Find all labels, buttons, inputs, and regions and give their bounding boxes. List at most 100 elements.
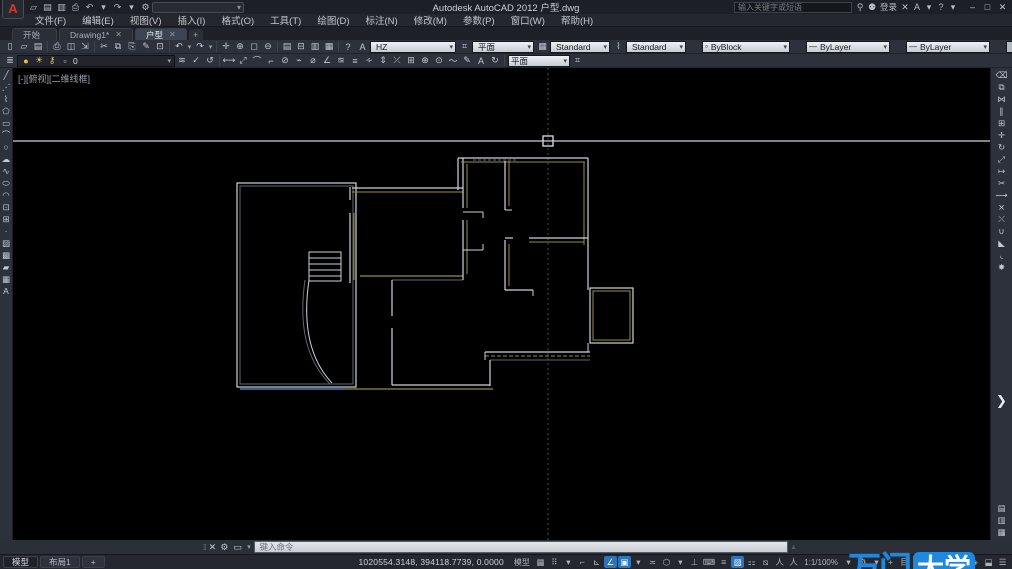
linetype-combo[interactable]: — ByLayer ▾ — [792, 41, 890, 53]
menu-item[interactable]: 修改(M) — [407, 13, 454, 27]
redo-menu-icon[interactable]: ▾ — [207, 40, 214, 53]
3d-osnap-toggle[interactable]: ⬡ — [660, 556, 673, 568]
tab-close-icon[interactable]: ✕ — [169, 30, 176, 39]
dim-diameter-icon[interactable]: ⌀ — [306, 54, 320, 67]
properties-panel-icon[interactable]: ▥ — [995, 514, 1008, 526]
dim-ordinate-icon[interactable]: ⌐ — [264, 54, 278, 67]
help-icon[interactable]: ? — [341, 40, 355, 53]
plot-icon[interactable]: ⎙ — [50, 40, 64, 53]
block-editor-icon[interactable]: ⊡ — [153, 40, 167, 53]
style-icon[interactable]: ⌗ — [458, 41, 471, 52]
fillet-icon[interactable]: ◟ — [995, 249, 1008, 261]
hatch-icon[interactable]: ▨ — [0, 237, 13, 249]
mtext-icon[interactable]: A — [0, 285, 13, 297]
dim-style-manager-icon[interactable]: ⌗ — [571, 55, 584, 66]
help-search-input[interactable] — [734, 2, 852, 13]
revision-cloud-icon[interactable]: ☁ — [0, 153, 13, 165]
ellipse-icon[interactable]: ⬭ — [0, 177, 13, 189]
selection-cycling-toggle[interactable]: ⧅ — [759, 556, 772, 568]
command-history-icon[interactable]: ▭ — [231, 541, 243, 554]
rotate-icon[interactable]: ↻ — [995, 141, 1008, 153]
arc-icon[interactable]: ⌒ — [0, 129, 13, 141]
minimize-button[interactable]: – — [965, 1, 980, 13]
explode-icon[interactable]: ✸ — [995, 261, 1008, 273]
workspace-combo[interactable]: ▾ — [152, 2, 244, 13]
inspection-icon[interactable]: ⊙ — [432, 54, 446, 67]
dim-angular-icon[interactable]: ∠ — [320, 54, 334, 67]
copy-icon[interactable]: ⧉ — [995, 81, 1008, 93]
dim-linear-icon[interactable]: ⟷ — [222, 54, 236, 67]
gradient-icon[interactable]: ▩ — [0, 249, 13, 261]
menu-item[interactable]: 参数(P) — [456, 13, 502, 27]
spline-icon[interactable]: ∿ — [0, 165, 13, 177]
dim-radius-icon[interactable]: ⊘ — [278, 54, 292, 67]
menu-item[interactable]: 工具(T) — [263, 13, 308, 27]
scale-icon[interactable]: ⤢ — [995, 153, 1008, 165]
lineweight-toggle[interactable]: ≡ — [717, 556, 730, 568]
make-block-icon[interactable]: ⊞ — [0, 213, 13, 225]
tool-palette-panel-icon[interactable]: ▤ — [995, 502, 1008, 514]
redo-menu-icon[interactable]: ▾ — [125, 1, 138, 13]
layer-properties-icon[interactable]: ≣ — [3, 54, 17, 67]
open-icon[interactable]: ▱ — [27, 1, 40, 13]
plot-style-combo[interactable]: ByColor ▾ — [992, 41, 1012, 53]
undo-menu-icon[interactable]: ▾ — [97, 1, 110, 13]
3d-osnap-menu[interactable]: ▾ — [674, 556, 687, 568]
lineweight-combo[interactable]: — ByLayer ▾ — [892, 41, 990, 53]
menu-item[interactable]: 格式(O) — [214, 13, 261, 27]
dim-style-combo-2[interactable]: 平面 ▾ ⌗ — [508, 55, 584, 67]
break-icon[interactable]: ⤬ — [995, 213, 1008, 225]
layout1-tab[interactable]: 布局1 — [40, 556, 80, 568]
restore-button[interactable]: □ — [980, 1, 995, 13]
layer-states-icon[interactable]: ≋ — [175, 54, 189, 67]
sheet-set-manager-icon[interactable]: ▦ — [322, 40, 336, 53]
join-icon[interactable]: ∪ — [995, 225, 1008, 237]
copy-clip-icon[interactable]: ⧉ — [111, 40, 125, 53]
break-at-point-icon[interactable]: ⨯ — [995, 201, 1008, 213]
dim-edit-icon[interactable]: ✎ — [460, 54, 474, 67]
match-properties-icon[interactable]: ✎ — [139, 40, 153, 53]
chamfer-icon[interactable]: ◣ — [995, 237, 1008, 249]
menu-item[interactable]: 插入(I) — [170, 13, 212, 27]
viewport-controls[interactable]: [-][俯视][二维线框] — [18, 72, 90, 85]
a360-menu-icon[interactable]: ▾ — [923, 1, 935, 13]
file-tab[interactable]: 户型 ✕ — [135, 28, 187, 40]
customize-command-icon[interactable]: ⚙ — [219, 541, 229, 554]
style-icon[interactable]: ⌇ — [612, 41, 625, 52]
signin-label[interactable]: 登录 — [880, 1, 897, 13]
menu-item[interactable]: 标注(N) — [359, 13, 405, 27]
dim-jogged-icon[interactable]: ⌁ — [292, 54, 306, 67]
array-icon[interactable]: ⊞ — [995, 117, 1008, 129]
layer-previous-icon[interactable]: ↺ — [203, 54, 217, 67]
workspace-gear-icon[interactable]: ⚙ — [139, 1, 152, 13]
layer-lock-icon[interactable]: ⚷ — [47, 54, 57, 67]
publish-icon[interactable]: ⇲ — [78, 40, 92, 53]
annotation-visibility-icon[interactable]: 人 — [773, 556, 786, 568]
chevron-down-icon[interactable]: ▾ — [245, 541, 252, 554]
polar-tracking-toggle[interactable]: ∠ — [604, 556, 617, 568]
dim-continue-icon[interactable]: ∻ — [362, 54, 376, 67]
help-menu-icon[interactable]: ▾ — [947, 1, 959, 13]
style-icon[interactable]: A — [356, 42, 369, 52]
table-icon[interactable]: ▦ — [0, 273, 13, 285]
autocad-logo-icon[interactable]: A — [2, 0, 24, 19]
drawing-canvas[interactable]: [-][俯视][二维线框] — [13, 68, 990, 540]
polygon-icon[interactable]: ⬠ — [0, 105, 13, 117]
line-icon[interactable]: ╱ — [0, 69, 13, 81]
dim-break-icon[interactable]: ⤫ — [390, 54, 404, 67]
menu-item[interactable]: 绘图(D) — [310, 13, 356, 27]
stretch-icon[interactable]: ↦ — [995, 165, 1008, 177]
extend-icon[interactable]: ⟶ — [995, 189, 1008, 201]
trim-icon[interactable]: ✂ — [995, 177, 1008, 189]
plot-preview-icon[interactable]: ◫ — [64, 40, 78, 53]
erase-icon[interactable]: ⌫ — [995, 69, 1008, 81]
qnew-icon[interactable]: ▯ — [3, 40, 17, 53]
menu-item[interactable]: 窗口(W) — [504, 13, 552, 27]
dynamic-ucs-toggle[interactable]: ⊥ — [688, 556, 701, 568]
make-layer-current-icon[interactable]: ✓ — [189, 54, 203, 67]
zoom-window-icon[interactable]: ◻ — [247, 40, 261, 53]
close-button[interactable]: ✕ — [995, 1, 1010, 13]
expand-panel-chevron-icon[interactable]: ❯ — [996, 393, 1007, 409]
add-layout-button[interactable]: + — [82, 556, 105, 568]
dim-update-icon[interactable]: ↻ — [488, 54, 502, 67]
